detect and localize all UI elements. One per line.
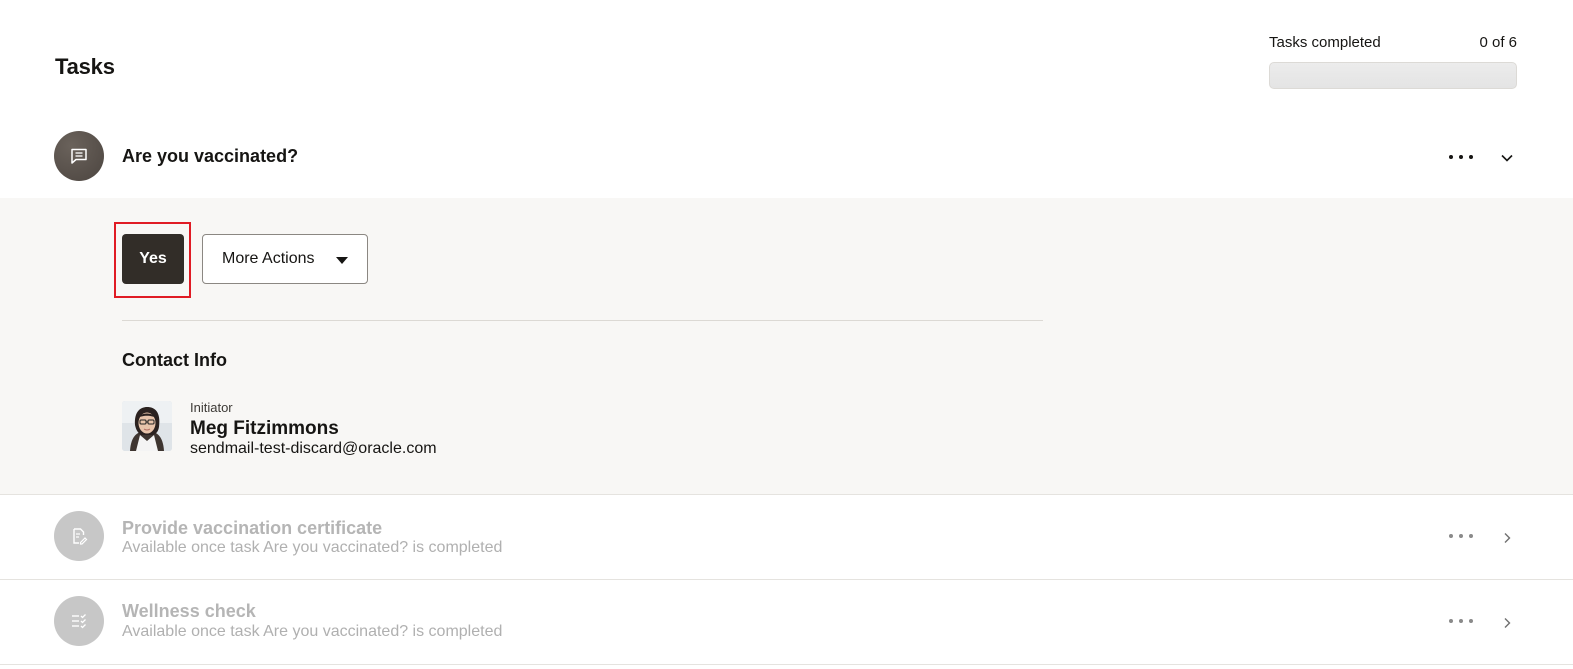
caret-down-icon	[336, 257, 348, 264]
contact-name: Meg Fitzimmons	[190, 418, 339, 439]
contact-role: Initiator	[190, 400, 233, 415]
progress-count: 0 of 6	[1479, 33, 1517, 51]
task-row-vaccinated[interactable]: Are you vaccinated?	[0, 131, 1573, 198]
progress-bar	[1269, 62, 1517, 89]
task-title: Provide vaccination certificate	[122, 518, 383, 538]
task-title: Are you vaccinated?	[122, 146, 299, 166]
divider	[122, 320, 1043, 321]
checklist-icon	[54, 596, 104, 646]
task-row-certificate[interactable]: Provide vaccination certificate Availabl…	[0, 496, 1573, 579]
more-actions-label: More Actions	[222, 250, 315, 267]
chevron-right-icon[interactable]	[1499, 530, 1515, 546]
chevron-down-icon[interactable]	[1499, 150, 1515, 166]
tasks-progress: Tasks completed 0 of 6	[1269, 33, 1517, 89]
page-title: Tasks	[55, 54, 115, 79]
more-actions-button[interactable]: More Actions	[202, 234, 368, 284]
yes-button[interactable]: Yes	[122, 234, 184, 284]
chat-icon	[54, 131, 104, 181]
document-edit-icon	[54, 511, 104, 561]
task-availability-note: Available once task Are you vaccinated? …	[122, 539, 503, 556]
contact-email: sendmail-test-discard@oracle.com	[190, 440, 437, 457]
more-options-icon[interactable]	[1449, 530, 1473, 542]
task-row-wellness[interactable]: Wellness check Available once task Are y…	[0, 580, 1573, 664]
task-availability-note: Available once task Are you vaccinated? …	[122, 623, 503, 640]
progress-label: Tasks completed	[1269, 33, 1381, 51]
avatar	[122, 401, 172, 451]
row-divider	[0, 664, 1573, 665]
more-options-icon[interactable]	[1449, 151, 1473, 163]
chevron-right-icon[interactable]	[1499, 615, 1515, 631]
task-title: Wellness check	[122, 601, 256, 621]
contact-info-heading: Contact Info	[122, 350, 227, 370]
more-options-icon[interactable]	[1449, 615, 1473, 627]
